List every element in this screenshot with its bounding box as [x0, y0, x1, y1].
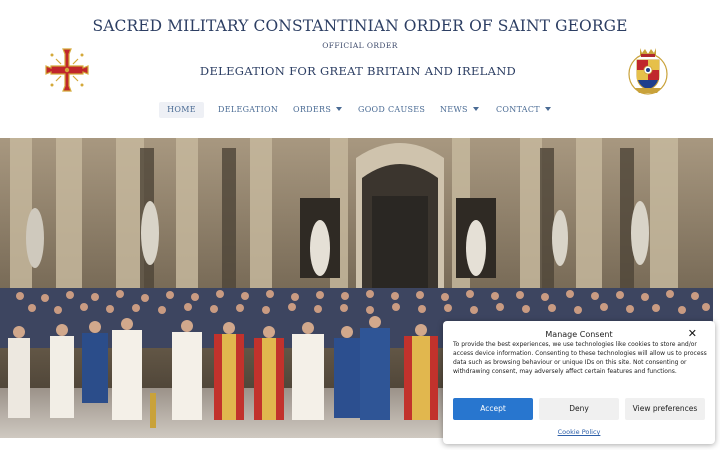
nav-good-causes-label: GOOD CAUSES	[358, 105, 426, 114]
site-title[interactable]: SACRED MILITARY CONSTANTINIAN ORDER OF S…	[0, 17, 720, 35]
royal-coat-of-arms-icon[interactable]	[627, 44, 669, 96]
site-tagline: OFFICIAL ORDER	[322, 41, 398, 50]
site-header: SACRED MILITARY CONSTANTINIAN ORDER OF S…	[0, 0, 720, 135]
nav-news-label: NEWS	[440, 105, 468, 114]
nav-contact-label: CONTACT	[496, 105, 540, 114]
main-nav: HOME DELEGATION ORDERS GOOD CAUSES NEWS …	[0, 102, 720, 118]
nav-home[interactable]: HOME	[159, 102, 204, 118]
chevron-down-icon	[544, 107, 551, 111]
nav-contact[interactable]: CONTACT	[496, 102, 551, 118]
nav-orders[interactable]: ORDERS	[293, 102, 343, 118]
nav-good-causes[interactable]: GOOD CAUSES	[358, 102, 425, 118]
consent-title: Manage Consent	[545, 330, 613, 339]
nav-home-label: HOME	[167, 105, 196, 114]
nav-delegation-label: DELEGATION	[218, 105, 279, 114]
consent-text: To provide the best experiences, we use …	[453, 341, 707, 375]
chevron-down-icon	[336, 107, 343, 111]
site-subtitle: DELEGATION FOR GREAT BRITAIN AND IRELAND	[199, 64, 517, 78]
close-icon[interactable]: ✕	[688, 327, 697, 340]
nav-delegation[interactable]: DELEGATION	[218, 102, 278, 118]
cookie-consent-dialog: Manage Consent ✕ To provide the best exp…	[443, 321, 715, 444]
accept-button[interactable]: Accept	[453, 398, 533, 420]
chevron-down-icon	[472, 107, 479, 111]
cookie-policy-link[interactable]: Cookie Policy	[443, 428, 715, 436]
nav-news[interactable]: NEWS	[440, 102, 479, 118]
nav-orders-label: ORDERS	[293, 105, 332, 114]
deny-button[interactable]: Deny	[539, 398, 619, 420]
view-preferences-button[interactable]: View preferences	[625, 398, 705, 420]
